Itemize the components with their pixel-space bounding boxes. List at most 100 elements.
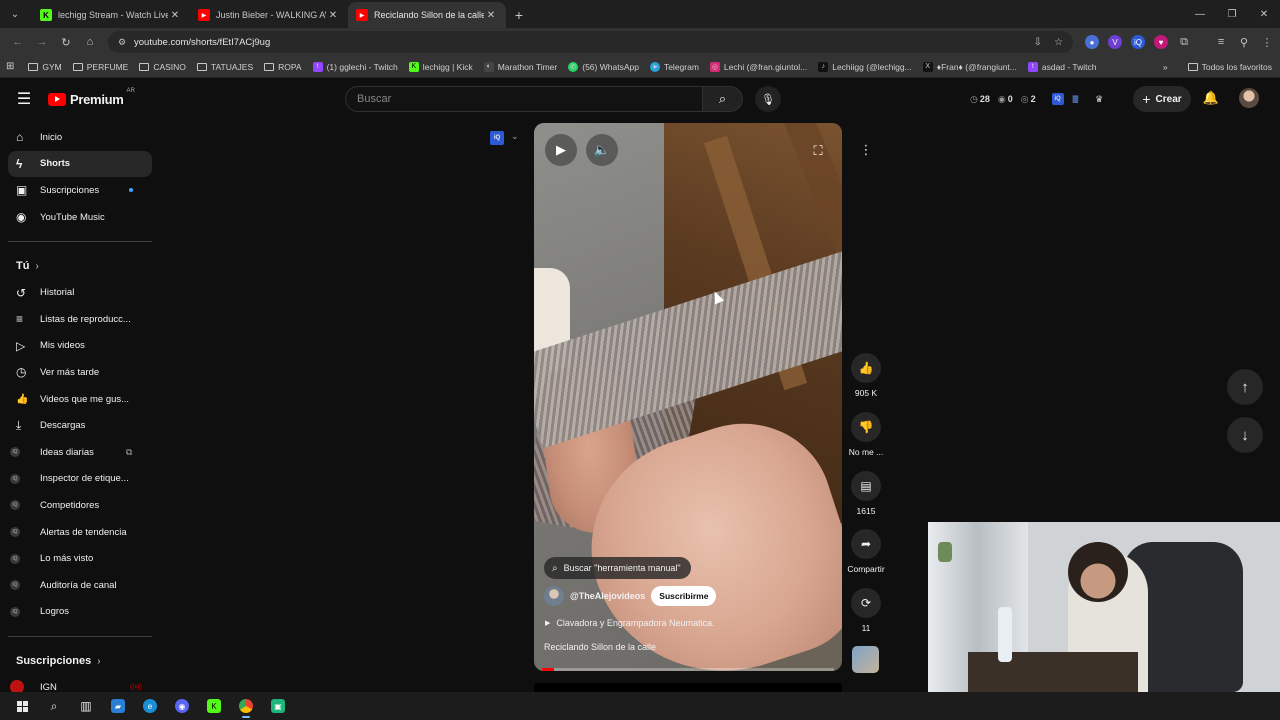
sidebar-item-most-viewed[interactable]: iQ Lo más visto	[8, 545, 152, 572]
home-button[interactable]: ⌂	[78, 30, 102, 54]
browser-tab[interactable]: K lechigg Stream - Watch Live on ✕	[32, 2, 190, 28]
sidebar-item-playlists[interactable]: ≡ Listas de reproducc...	[8, 306, 152, 333]
music-label[interactable]: ▶ Clavadora y Engrampadora Neumatica.	[545, 618, 714, 628]
vidiq-icon[interactable]: iQ	[1051, 93, 1064, 105]
start-button[interactable]	[6, 692, 38, 720]
extensions-puzzle-icon[interactable]: ⧉	[1177, 35, 1191, 49]
related-search-chip[interactable]: ⌕ Buscar "herramienta manual"	[544, 557, 691, 579]
play-button[interactable]: ▶	[545, 134, 577, 166]
notifications-bell-icon[interactable]: 🔔	[1200, 87, 1222, 109]
vidiq-icon[interactable]: iQ	[490, 131, 504, 145]
sidebar-item-subscriptions[interactable]: ▣ Suscripciones	[8, 177, 152, 204]
tab-search-button[interactable]: ⌄	[4, 3, 26, 25]
short-title[interactable]: Reciclando Sillon de la calle	[544, 642, 656, 652]
sidebar-item-competitors[interactable]: iQ Competidores	[8, 492, 152, 519]
channel-name[interactable]: @TheAlejovideos	[570, 591, 645, 601]
subscribe-button[interactable]: Suscribirme	[651, 586, 717, 606]
close-icon[interactable]: ✕	[168, 10, 182, 21]
like-action[interactable]: 👍 905 K	[845, 353, 887, 398]
sidebar-item-daily-ideas[interactable]: iQ Ideas diarias ⧉	[8, 439, 152, 466]
sidebar-item-downloads[interactable]: ⤓ Descargas	[8, 412, 152, 439]
back-button[interactable]: ←	[6, 30, 30, 54]
next-short-button[interactable]: ↓	[1227, 417, 1263, 453]
close-icon[interactable]: ✕	[484, 10, 498, 21]
sidebar-item-trend-alerts[interactable]: iQ Alertas de tendencia	[8, 519, 152, 546]
extension-icon[interactable]: ♥	[1154, 35, 1169, 49]
bookmark-link[interactable]: ◐ Marathon Timer	[483, 61, 557, 72]
search-button[interactable]: ⌕	[703, 86, 743, 112]
edge-icon[interactable]: e	[134, 692, 166, 720]
sidebar-item-my-videos[interactable]: ▷ Mis videos	[8, 333, 152, 360]
bookmark-link[interactable]: t asdad - Twitch	[1027, 61, 1097, 72]
sidebar-item-liked-videos[interactable]: 👍 Videos que me gus...	[8, 386, 152, 413]
sidebar-item-shorts[interactable]: ϟ Shorts	[8, 150, 152, 178]
sidebar-item-achievements[interactable]: iQ Logros	[8, 599, 152, 626]
avatar[interactable]	[1239, 88, 1259, 108]
browser-tab[interactable]: ▶ Justin Bieber - WALKING AWAY ✕	[190, 2, 348, 28]
comment-icon[interactable]: ▤	[851, 471, 881, 501]
thumbs-down-icon[interactable]: 👎	[851, 412, 881, 442]
fullscreen-icon[interactable]: ⛶	[807, 140, 829, 162]
extension-icon[interactable]: ●	[1085, 35, 1100, 49]
streaming-app-icon[interactable]: ▣	[262, 692, 294, 720]
search-input[interactable]: Buscar	[345, 86, 703, 112]
close-icon[interactable]: ✕	[326, 10, 340, 21]
channel-avatar[interactable]	[544, 586, 564, 606]
reading-list-icon[interactable]: ≡	[1214, 35, 1228, 49]
forward-button[interactable]: →	[30, 30, 54, 54]
extension-icon[interactable]: V	[1108, 35, 1123, 49]
extension-icon[interactable]: iQ	[1131, 35, 1146, 49]
progress-bar[interactable]	[542, 668, 834, 671]
voice-search-button[interactable]: 🎙	[755, 86, 781, 112]
address-bar[interactable]: ⚙ youtube.com/shorts/fEtI7ACj9ug ⇩ ☆	[107, 31, 1074, 53]
sidebar-you-heading[interactable]: Tú ›	[0, 253, 160, 279]
bookmark-folder[interactable]: ROPA	[264, 62, 302, 72]
comments-action[interactable]: ▤ 1615	[845, 471, 887, 516]
share-icon[interactable]: ➦	[851, 529, 881, 559]
sidebar-item-watch-later[interactable]: ◷ Ver más tarde	[8, 359, 152, 386]
search-icon[interactable]: ⌕	[38, 692, 70, 720]
trophy-icon[interactable]: ♛	[1095, 94, 1103, 105]
browser-tab-active[interactable]: ▶ Reciclando Sillon de la calle - Y ✕	[348, 2, 506, 28]
bookmark-folder[interactable]: PERFUME	[72, 62, 128, 72]
create-button[interactable]: + Crear	[1133, 86, 1191, 112]
apps-icon[interactable]: ⊞	[6, 61, 14, 72]
minimize-icon[interactable]: —	[1184, 0, 1216, 28]
menu-dots-icon[interactable]: ⋮	[1260, 35, 1274, 49]
more-bookmarks-icon[interactable]: »	[1163, 62, 1168, 72]
sound-thumbnail[interactable]	[852, 646, 879, 673]
bookmark-link[interactable]: ◎ Lechi (@fran.giuntol...	[709, 61, 807, 72]
chrome-icon[interactable]	[230, 692, 262, 720]
sidebar-item-history[interactable]: ↺ Historial	[8, 279, 152, 306]
file-explorer-icon[interactable]: ▰	[102, 692, 134, 720]
restore-icon[interactable]: ❐	[1216, 0, 1248, 28]
youtube-logo[interactable]: Premium AR	[48, 88, 135, 107]
more-options-icon[interactable]: ⋮	[854, 138, 878, 162]
bookmark-link[interactable]: X ♦Fran♦ (@frangiunt...	[922, 61, 1017, 72]
all-bookmarks[interactable]: Todos los favoritos	[1187, 62, 1272, 72]
kick-app-icon[interactable]: K	[198, 692, 230, 720]
dislike-action[interactable]: 👎 No me ...	[845, 412, 887, 457]
bookmark-link[interactable]: ✆ (56) WhatsApp	[568, 61, 639, 72]
reload-button[interactable]: ↻	[54, 30, 78, 54]
previous-short-button[interactable]: ↑	[1227, 369, 1263, 405]
discord-icon[interactable]: ◉	[166, 692, 198, 720]
sidebar-item-home[interactable]: ⌂ Inicio	[8, 124, 152, 151]
chevron-down-icon[interactable]: ⌄	[511, 131, 519, 142]
bookmark-link[interactable]: t (1) gglechi - Twitch	[312, 61, 398, 72]
site-info-icon[interactable]: ⚙	[118, 37, 126, 48]
sidebar-item-tag-inspector[interactable]: iQ Inspector de etique...	[8, 466, 152, 493]
profile-icon[interactable]: ⚲	[1237, 35, 1251, 49]
bookmark-folder[interactable]: CASINO	[139, 62, 186, 72]
close-window-icon[interactable]: ✕	[1248, 0, 1280, 28]
sidebar-item-youtube-music[interactable]: ◉ YouTube Music	[8, 204, 152, 231]
bookmark-link[interactable]: ♪ Lechiigg (@lechigg...	[818, 61, 912, 72]
bookmark-link[interactable]: Klechigg | Kick	[408, 61, 473, 72]
menu-icon[interactable]: ☰	[0, 79, 48, 119]
remix-action[interactable]: ⟳ 11	[845, 588, 887, 633]
sidebar-item-channel-audit[interactable]: iQ Auditoría de canal	[8, 572, 152, 599]
install-app-icon[interactable]: ⇩	[1034, 37, 1042, 48]
thumbs-up-icon[interactable]: 👍	[851, 353, 881, 383]
task-view-icon[interactable]: ▥	[70, 692, 102, 720]
share-action[interactable]: ➦ Compartir	[845, 529, 887, 574]
